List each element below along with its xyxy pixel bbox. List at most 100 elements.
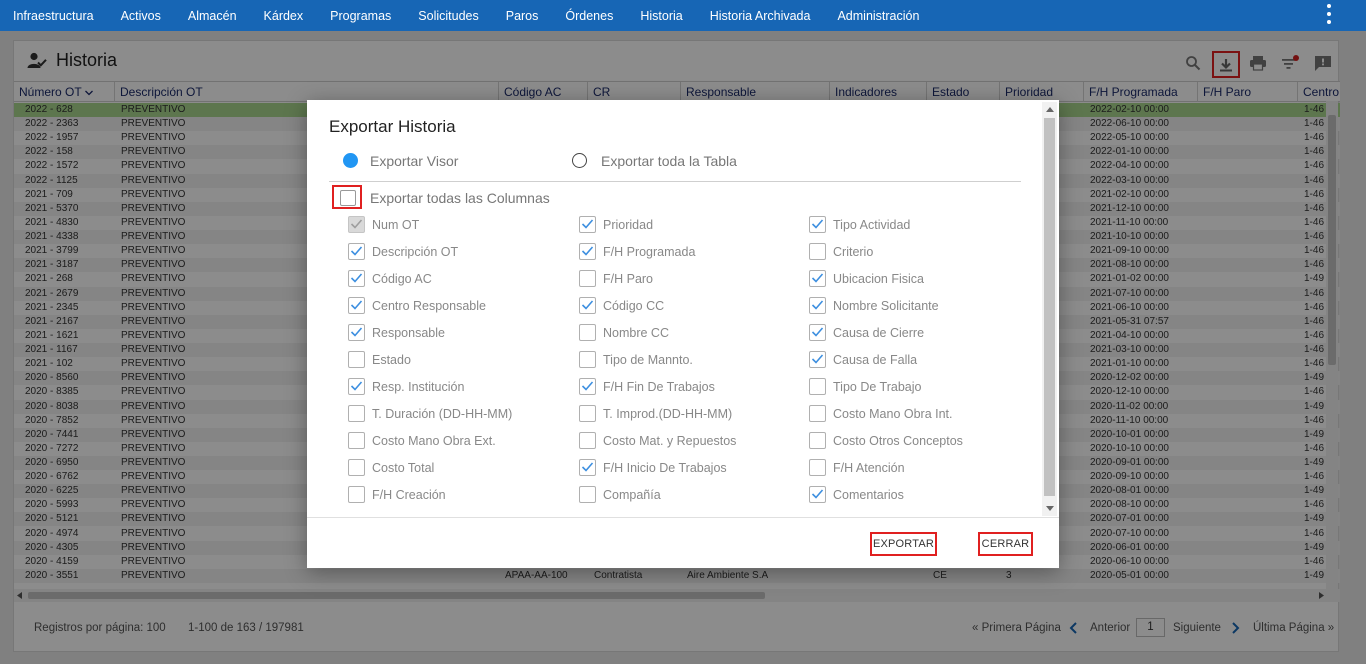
- column-checkbox-label[interactable]: Costo Mano Obra Int.: [833, 407, 953, 421]
- column-checkbox[interactable]: [579, 297, 596, 314]
- column-checkbox-label[interactable]: F/H Programada: [603, 245, 695, 259]
- column-checkbox[interactable]: [348, 243, 365, 260]
- nav-item[interactable]: Paros: [506, 9, 539, 23]
- column-checkbox-label[interactable]: Causa de Cierre: [833, 326, 924, 340]
- column-checkbox-label[interactable]: T. Duración (DD-HH-MM): [372, 407, 512, 421]
- column-checkbox-label[interactable]: Comentarios: [833, 488, 904, 502]
- nav-item[interactable]: Administración: [837, 9, 919, 23]
- scroll-down-icon[interactable]: [1046, 506, 1054, 511]
- column-checkbox: [348, 216, 365, 233]
- checkbox-box: [348, 459, 365, 476]
- column-checkbox[interactable]: [348, 324, 365, 341]
- column-checkbox[interactable]: [579, 486, 596, 503]
- scroll-up-icon[interactable]: [1046, 107, 1054, 112]
- export-all-table-radio[interactable]: [572, 153, 587, 168]
- column-checkbox[interactable]: [809, 324, 826, 341]
- column-checkbox-label[interactable]: Costo Mano Obra Ext.: [372, 434, 496, 448]
- column-checkbox[interactable]: [579, 432, 596, 449]
- checkmark-icon: [350, 300, 363, 310]
- column-checkbox-label[interactable]: Num OT: [372, 218, 419, 232]
- column-checkbox-label[interactable]: Compañía: [603, 488, 661, 502]
- top-nav: Infraestructura Activos Almacén Kárdex Progr…: [0, 0, 1366, 31]
- export-viewer-radio[interactable]: [343, 153, 358, 168]
- column-checkbox[interactable]: [348, 486, 365, 503]
- column-checkbox-label[interactable]: Nombre CC: [603, 326, 669, 340]
- column-checkbox-label[interactable]: Costo Otros Conceptos: [833, 434, 963, 448]
- checkbox-box: [809, 378, 826, 395]
- column-checkbox[interactable]: [809, 297, 826, 314]
- column-checkbox-label[interactable]: F/H Atención: [833, 461, 905, 475]
- checkmark-icon: [811, 489, 824, 499]
- close-button[interactable]: CERRAR: [978, 532, 1033, 556]
- column-checkbox-label[interactable]: Criterio: [833, 245, 873, 259]
- export-button[interactable]: EXPORTAR: [870, 532, 937, 556]
- column-checkbox[interactable]: [348, 270, 365, 287]
- column-checkbox[interactable]: [809, 243, 826, 260]
- column-checkbox[interactable]: [348, 297, 365, 314]
- checkmark-icon: [350, 381, 363, 391]
- dialog-scrollbar[interactable]: [1042, 102, 1057, 516]
- export-all-columns-checkbox[interactable]: [332, 185, 362, 209]
- nav-item[interactable]: Activos: [121, 9, 161, 23]
- column-checkbox-label[interactable]: Código AC: [372, 272, 432, 286]
- column-checkbox[interactable]: [809, 405, 826, 422]
- export-all-table-label[interactable]: Exportar toda la Tabla: [601, 153, 737, 169]
- column-checkbox-label[interactable]: T. Improd.(DD-HH-MM): [603, 407, 732, 421]
- column-checkbox[interactable]: [809, 216, 826, 233]
- nav-item[interactable]: Programas: [330, 9, 391, 23]
- export-all-columns-label[interactable]: Exportar todas las Columnas: [370, 190, 550, 206]
- column-checkbox-label[interactable]: Resp. Institución: [372, 380, 464, 394]
- nav-item[interactable]: Kárdex: [264, 9, 304, 23]
- nav-item[interactable]: Solicitudes: [418, 9, 478, 23]
- column-checkbox[interactable]: [579, 243, 596, 260]
- dialog-scroll-thumb[interactable]: [1044, 118, 1055, 496]
- nav-item[interactable]: Historia Archivada: [710, 9, 811, 23]
- column-checkbox-label[interactable]: F/H Creación: [372, 488, 446, 502]
- column-checkbox-label[interactable]: Tipo De Trabajo: [833, 380, 921, 394]
- column-checkbox[interactable]: [579, 459, 596, 476]
- column-checkbox[interactable]: [579, 378, 596, 395]
- dialog-divider: [329, 181, 1021, 182]
- column-checkbox-label[interactable]: F/H Paro: [603, 272, 653, 286]
- column-checkbox-label[interactable]: Causa de Falla: [833, 353, 917, 367]
- column-checkbox-label[interactable]: Costo Mat. y Repuestos: [603, 434, 736, 448]
- nav-item[interactable]: Historia: [640, 9, 682, 23]
- nav-item[interactable]: Infraestructura: [13, 9, 94, 23]
- column-checkbox[interactable]: [809, 432, 826, 449]
- column-checkbox-label[interactable]: F/H Fin De Trabajos: [603, 380, 715, 394]
- column-checkbox-label[interactable]: Tipo Actividad: [833, 218, 910, 232]
- column-checkbox-label[interactable]: Costo Total: [372, 461, 434, 475]
- column-checkbox-label[interactable]: F/H Inicio De Trabajos: [603, 461, 727, 475]
- column-checkbox[interactable]: [809, 459, 826, 476]
- column-checkbox[interactable]: [348, 351, 365, 368]
- nav-item[interactable]: Almacén: [188, 9, 237, 23]
- column-checkbox-label[interactable]: Nombre Solicitante: [833, 299, 939, 313]
- column-checkbox-label[interactable]: Ubicacion Fisica: [833, 272, 924, 286]
- nav-item[interactable]: Órdenes: [565, 9, 613, 23]
- column-checkbox-label[interactable]: Código CC: [603, 299, 664, 313]
- export-viewer-label[interactable]: Exportar Visor: [370, 153, 458, 169]
- column-checkbox[interactable]: [348, 432, 365, 449]
- column-checkbox[interactable]: [579, 351, 596, 368]
- column-checkbox[interactable]: [579, 216, 596, 233]
- column-checkbox[interactable]: [348, 405, 365, 422]
- column-checkbox-label[interactable]: Responsable: [372, 326, 445, 340]
- column-checkbox[interactable]: [579, 405, 596, 422]
- column-checkbox[interactable]: [348, 459, 365, 476]
- column-checkbox-label[interactable]: Prioridad: [603, 218, 653, 232]
- column-checkbox[interactable]: [809, 486, 826, 503]
- checkmark-icon: [350, 273, 363, 283]
- column-checkbox[interactable]: [579, 324, 596, 341]
- more-menu-icon[interactable]: [1326, 4, 1332, 24]
- column-checkbox[interactable]: [579, 270, 596, 287]
- checkmark-icon: [811, 354, 824, 364]
- column-checkbox-label[interactable]: Tipo de Mannto.: [603, 353, 693, 367]
- column-checkbox-label[interactable]: Descripción OT: [372, 245, 458, 259]
- column-checkbox-label[interactable]: Estado: [372, 353, 411, 367]
- column-checkbox[interactable]: [809, 270, 826, 287]
- column-checkbox[interactable]: [809, 378, 826, 395]
- column-checkbox[interactable]: [809, 351, 826, 368]
- column-checkbox-label[interactable]: Centro Responsable: [372, 299, 486, 313]
- checkbox-box: [809, 405, 826, 422]
- column-checkbox[interactable]: [348, 378, 365, 395]
